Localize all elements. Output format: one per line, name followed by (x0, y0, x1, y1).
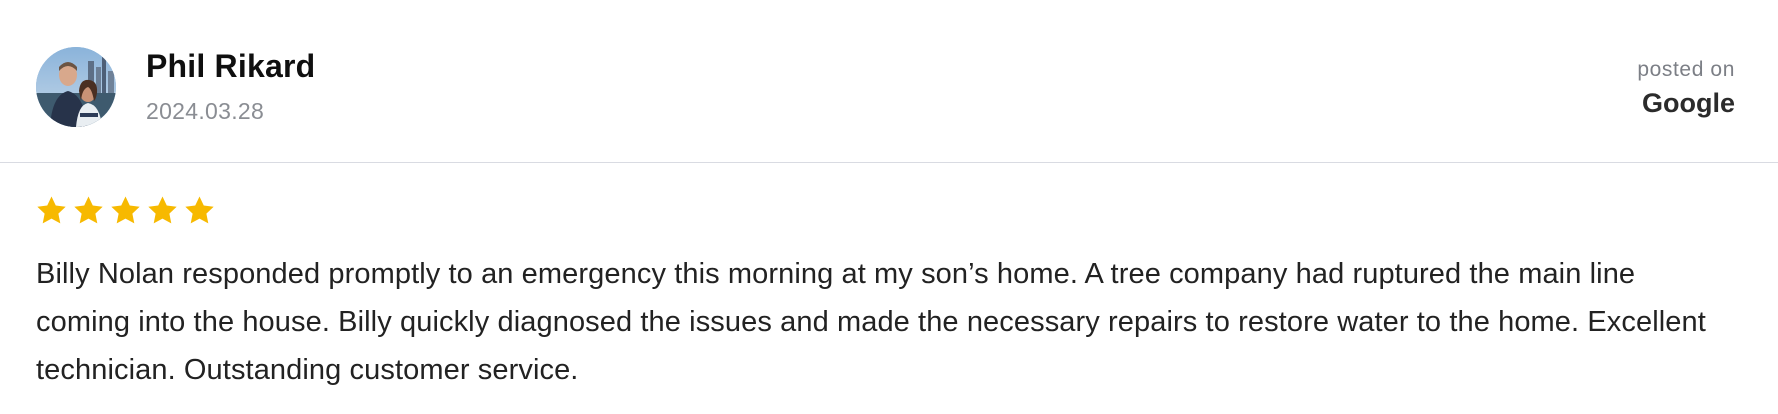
star-icon (37, 196, 66, 224)
star-icon (148, 196, 177, 224)
star-icon (111, 196, 140, 224)
review-card: Phil Rikard 2024.03.28 posted on Google … (0, 0, 1778, 414)
star-icon (74, 196, 103, 224)
review-date: 2024.03.28 (146, 98, 265, 124)
posted-on-label: posted on (1637, 58, 1735, 81)
review-text: Billy Nolan responded promptly to an eme… (36, 258, 1706, 386)
avatar (36, 47, 116, 127)
star-icon (185, 196, 214, 224)
avatar-photo-icon (36, 47, 116, 127)
star-rating (35, 194, 216, 228)
review-header: Phil Rikard 2024.03.28 posted on Google (0, 0, 1778, 163)
review-platform: Google (1642, 88, 1735, 118)
author-name: Phil Rikard (146, 48, 316, 84)
